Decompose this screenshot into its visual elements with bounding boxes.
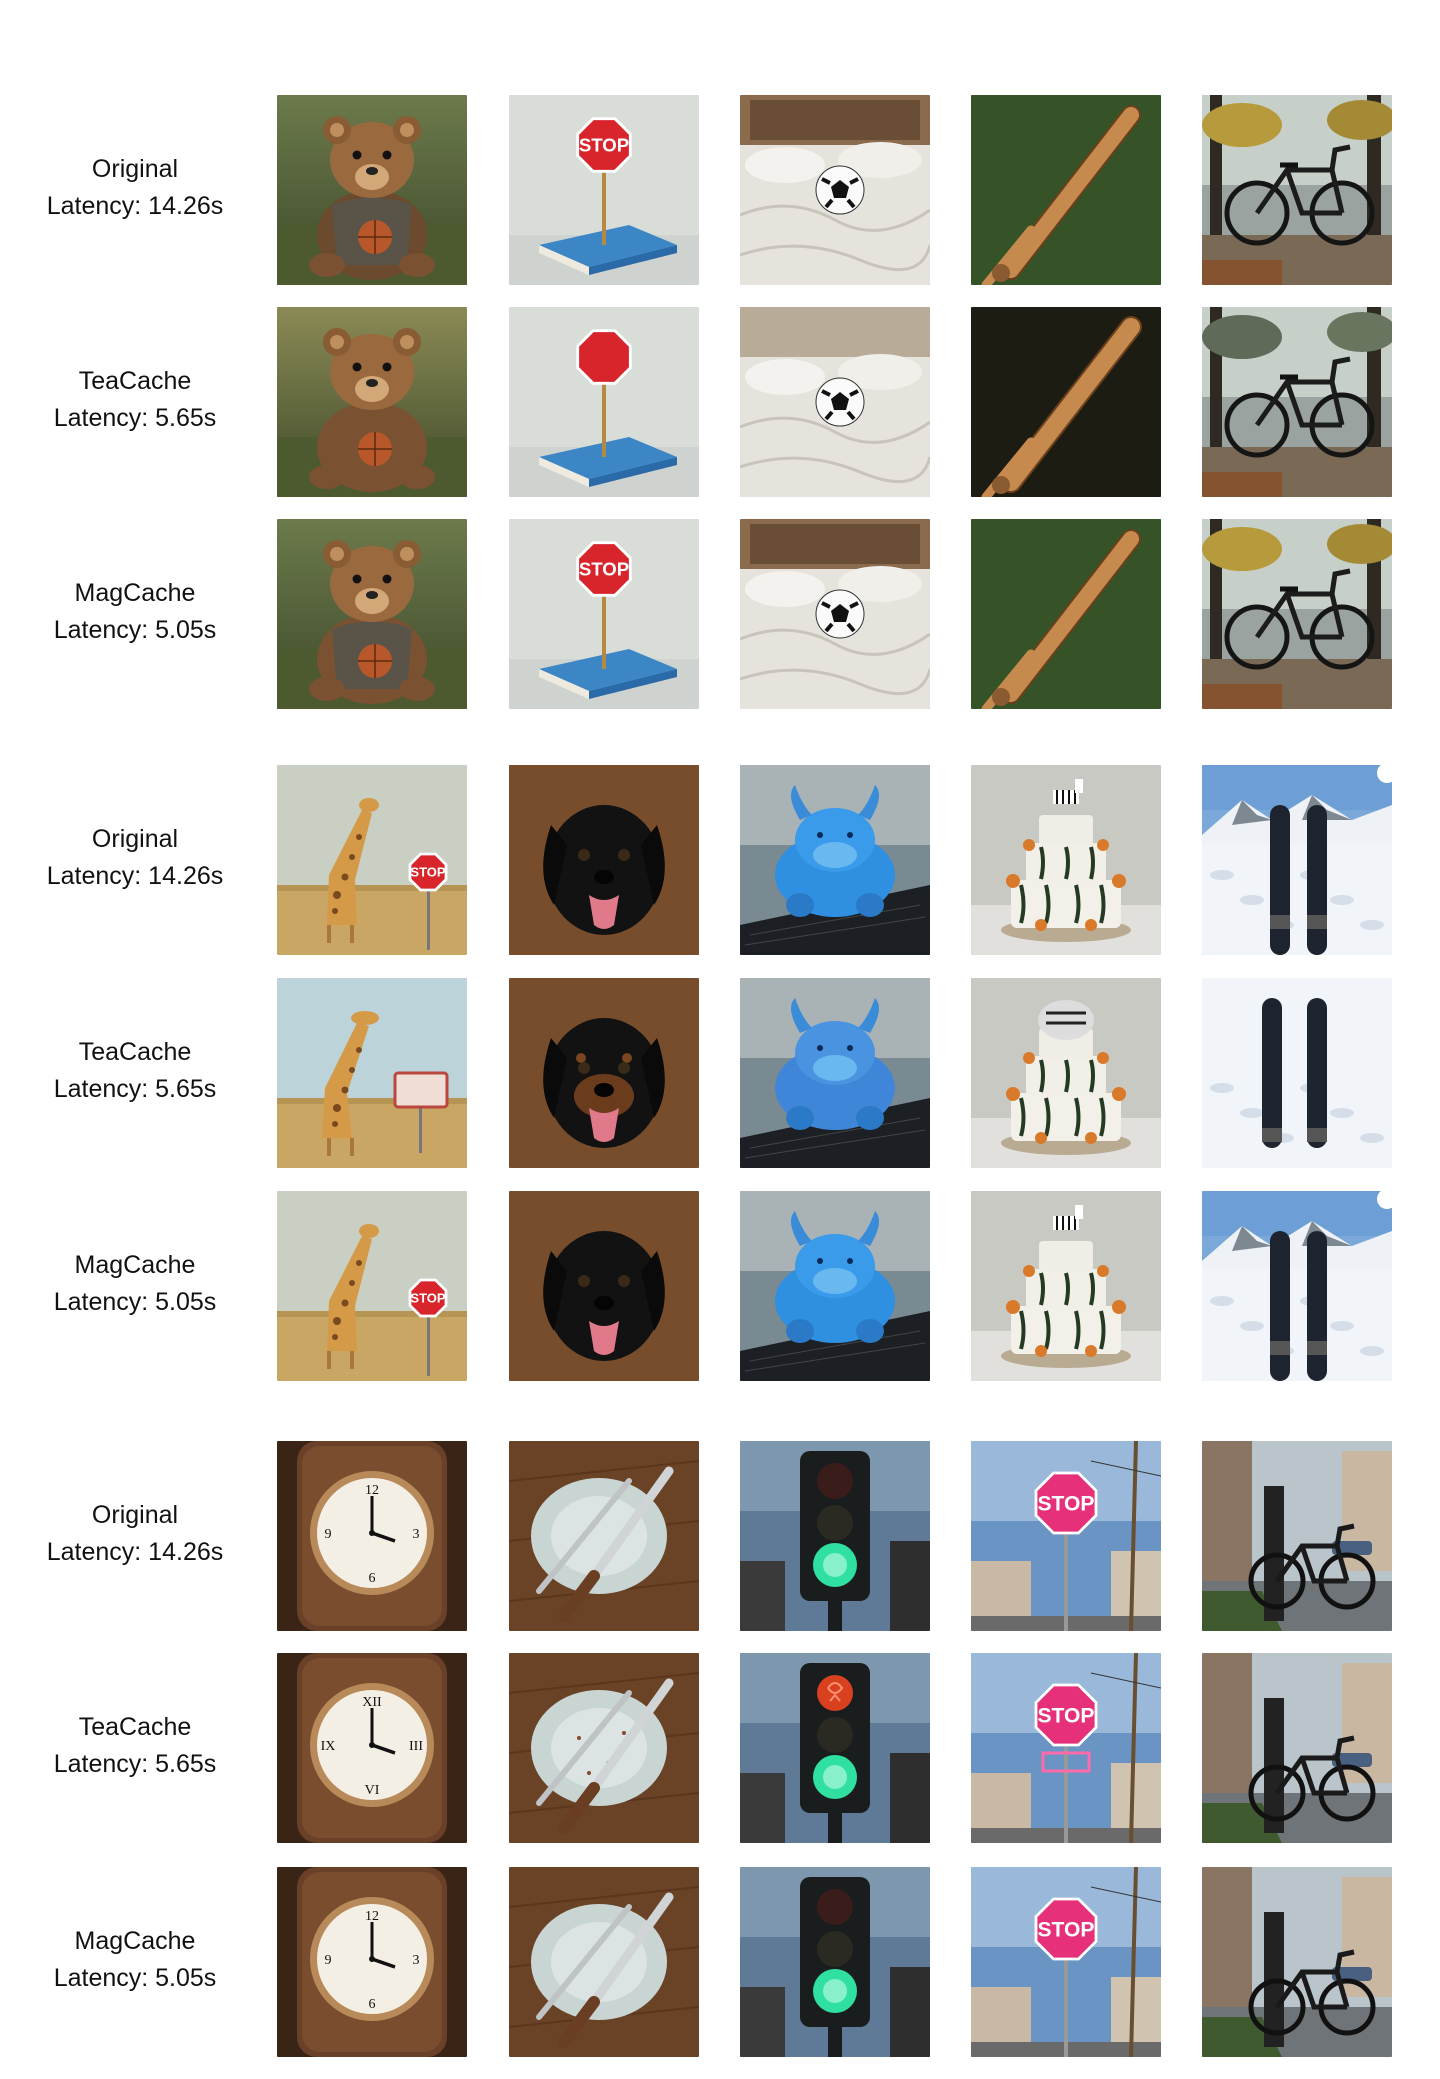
generated-image-teddy-bear xyxy=(277,519,467,709)
row-label: Original Latency: 14.26s xyxy=(20,151,250,225)
generated-image-skis-snow xyxy=(1202,765,1392,955)
generated-image-pink-stop-sign: STOP xyxy=(971,1441,1161,1631)
generated-image-bicycle-autumn xyxy=(1202,307,1392,497)
svg-text:3: 3 xyxy=(413,1527,420,1542)
row-label: MagCache Latency: 5.05s xyxy=(20,1923,250,1997)
method-name: Original xyxy=(91,155,179,183)
svg-text:12: 12 xyxy=(365,1909,379,1924)
generated-image-soccer-ball-on-bed xyxy=(740,519,930,709)
latency-value: Latency: 5.65s xyxy=(53,1750,217,1778)
generated-image-plate-fork-knife xyxy=(509,1653,699,1843)
generated-image-skis-snow xyxy=(1202,1191,1392,1381)
generated-image-traffic-light xyxy=(740,1867,930,2057)
generated-image-zebra-cake xyxy=(971,978,1161,1168)
generated-image-clock: 12 3 6 9 xyxy=(277,1867,467,2057)
generated-image-stop-sign-on-book: STOP xyxy=(509,519,699,709)
generated-image-plate-fork-knife xyxy=(509,1867,699,2057)
svg-text:12: 12 xyxy=(365,1483,379,1498)
latency-value: Latency: 14.26s xyxy=(46,862,224,890)
generated-image-black-dog xyxy=(509,765,699,955)
generated-image-giraffe-stop-sign: STOP xyxy=(277,765,467,955)
method-name: MagCache xyxy=(74,1251,196,1279)
svg-text:STOP: STOP xyxy=(579,135,629,156)
method-name: Original xyxy=(91,1501,179,1529)
latency-value: Latency: 5.65s xyxy=(53,404,217,432)
svg-text:XII: XII xyxy=(362,1695,382,1710)
generated-image-clock: XII III VI IX xyxy=(277,1653,467,1843)
generated-image-clock: 12 3 6 9 xyxy=(277,1441,467,1631)
generated-image-teddy-bear xyxy=(277,307,467,497)
svg-text:STOP: STOP xyxy=(1037,1492,1094,1515)
svg-text:6: 6 xyxy=(369,1997,376,2012)
generated-image-giraffe-stop-sign: STOP xyxy=(277,1191,467,1381)
row-label: MagCache Latency: 5.05s xyxy=(20,1247,250,1321)
generated-image-black-dog xyxy=(509,1191,699,1381)
svg-text:III: III xyxy=(409,1739,423,1754)
generated-image-blue-bull-plush xyxy=(740,978,930,1168)
generated-image-baseball-bat xyxy=(971,307,1161,497)
svg-text:STOP: STOP xyxy=(410,1291,446,1306)
generated-image-pink-stop-sign: STOP xyxy=(971,1653,1161,1843)
latency-value: Latency: 5.05s xyxy=(53,1288,217,1316)
latency-value: Latency: 5.05s xyxy=(53,1964,217,1992)
generated-image-stop-sign-on-book xyxy=(509,307,699,497)
row-label: TeaCache Latency: 5.65s xyxy=(20,363,250,437)
svg-text:STOP: STOP xyxy=(579,559,629,580)
row-label: MagCache Latency: 5.05s xyxy=(20,575,250,649)
method-name: MagCache xyxy=(74,1927,196,1955)
generated-image-baseball-bat xyxy=(971,519,1161,709)
method-name: TeaCache xyxy=(78,1038,192,1066)
row-label: Original Latency: 14.26s xyxy=(20,821,250,895)
generated-image-blue-bull-plush xyxy=(740,765,930,955)
method-name: MagCache xyxy=(74,579,196,607)
generated-image-bicycle-autumn xyxy=(1202,519,1392,709)
generated-image-skis-snow xyxy=(1202,978,1392,1168)
generated-image-traffic-light xyxy=(740,1653,930,1843)
svg-text:3: 3 xyxy=(413,1953,420,1968)
generated-image-bicycle-autumn xyxy=(1202,95,1392,285)
svg-text:6: 6 xyxy=(369,1571,376,1586)
method-name: Original xyxy=(91,825,179,853)
comparison-grid: Original Latency: 14.26s STOP TeaCache L… xyxy=(0,0,1440,2079)
generated-image-pink-stop-sign: STOP xyxy=(971,1867,1161,2057)
generated-image-teddy-bear xyxy=(277,95,467,285)
svg-text:STOP: STOP xyxy=(1037,1704,1094,1727)
generated-image-bicycle-street xyxy=(1202,1867,1392,2057)
svg-text:STOP: STOP xyxy=(410,865,446,880)
generated-image-blue-bull-plush xyxy=(740,1191,930,1381)
row-label: TeaCache Latency: 5.65s xyxy=(20,1709,250,1783)
generated-image-zebra-cake xyxy=(971,765,1161,955)
latency-value: Latency: 14.26s xyxy=(46,192,224,220)
svg-text:IX: IX xyxy=(321,1739,336,1754)
generated-image-stop-sign-on-book: STOP xyxy=(509,95,699,285)
generated-image-traffic-light xyxy=(740,1441,930,1631)
row-label: TeaCache Latency: 5.65s xyxy=(20,1034,250,1108)
row-label: Original Latency: 14.26s xyxy=(20,1497,250,1571)
generated-image-soccer-ball-on-bed xyxy=(740,307,930,497)
svg-text:9: 9 xyxy=(325,1953,332,1968)
generated-image-black-dog xyxy=(509,978,699,1168)
method-name: TeaCache xyxy=(78,1713,192,1741)
generated-image-giraffe-stop-sign xyxy=(277,978,467,1168)
generated-image-soccer-ball-on-bed xyxy=(740,95,930,285)
method-name: TeaCache xyxy=(78,367,192,395)
generated-image-baseball-bat xyxy=(971,95,1161,285)
svg-text:9: 9 xyxy=(325,1527,332,1542)
svg-text:STOP: STOP xyxy=(1037,1918,1094,1941)
svg-text:VI: VI xyxy=(365,1783,380,1798)
generated-image-plate-fork-knife xyxy=(509,1441,699,1631)
latency-value: Latency: 5.65s xyxy=(53,1075,217,1103)
latency-value: Latency: 5.05s xyxy=(53,616,217,644)
latency-value: Latency: 14.26s xyxy=(46,1538,224,1566)
generated-image-bicycle-street xyxy=(1202,1653,1392,1843)
generated-image-bicycle-street xyxy=(1202,1441,1392,1631)
generated-image-zebra-cake xyxy=(971,1191,1161,1381)
